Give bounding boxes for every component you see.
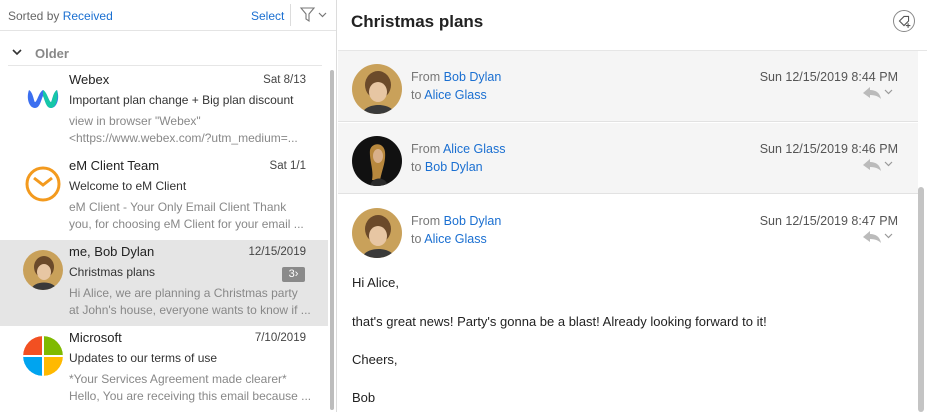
message-item[interactable]: Webex Sat 8/13 Important plan change + B… [0, 68, 328, 154]
message-date: Sat 8/13 [263, 74, 306, 86]
message-preview: *Your Services Agreement made clearer* [69, 372, 287, 386]
thread-message[interactable]: From Bob Dylan to Alice Glass Sun 12/15/… [338, 51, 918, 122]
message-preview: Hello, You are receiving this email beca… [69, 389, 312, 403]
divider [8, 65, 322, 66]
sender-name[interactable]: Alice Glass [443, 142, 506, 156]
list-scrollbar-thumb[interactable] [330, 70, 334, 410]
to-line: to Bob Dylan [411, 160, 483, 174]
message-date: 12/15/2019 [248, 246, 306, 258]
from-word: From [411, 214, 441, 228]
alice-glass-avatar [352, 136, 402, 186]
message-list-pane: Sorted by Received Select Older Webex Sa… [0, 0, 337, 412]
reply-icon[interactable] [858, 157, 896, 171]
bob-dylan-avatar [352, 208, 402, 258]
message-sender: me, Bob Dylan [69, 244, 155, 259]
bob-dylan-avatar [23, 250, 63, 290]
to-word: to [411, 160, 422, 174]
message-date: Sun 12/15/2019 8:44 PM [759, 70, 898, 84]
recipient-name[interactable]: Alice Glass [424, 88, 487, 102]
message-preview: at John's house, everyone wants to know … [69, 303, 311, 317]
sort-bar: Sorted by Received Select [0, 0, 336, 31]
message-sender: Microsoft [69, 330, 122, 345]
from-word: From [411, 70, 441, 84]
recipient-name[interactable]: Alice Glass [424, 232, 487, 246]
thread-message[interactable]: From Alice Glass to Bob Dylan Sun 12/15/… [338, 123, 918, 194]
message-date: Sun 12/15/2019 8:46 PM [759, 142, 898, 156]
sender-name[interactable]: Bob Dylan [444, 214, 502, 228]
webex-logo-icon [23, 78, 63, 118]
sorted-by-prefix: Sorted by [8, 9, 60, 23]
tag-icon[interactable] [893, 10, 915, 32]
message-preview: Hi Alice, we are planning a Christmas pa… [69, 286, 298, 300]
sort-label[interactable]: Sorted by Received [8, 9, 113, 23]
to-word: to [411, 88, 422, 102]
message-subject: Updates to our terms of use [69, 351, 218, 365]
message-preview: <https://www.webex.com/?utm_medium=... [69, 131, 298, 145]
chevron-right-icon: › [294, 268, 299, 280]
body-text: that's great news! Party's gonna be a bl… [352, 314, 767, 329]
message-preview: you, for choosing eM Client for your ema… [69, 217, 304, 231]
reply-icon[interactable] [858, 229, 896, 243]
message-item[interactable]: Microsoft 7/10/2019 Updates to our terms… [0, 326, 328, 412]
from-line: From Alice Glass [411, 142, 506, 156]
sort-field-link[interactable]: Received [63, 9, 113, 23]
select-button[interactable]: Select [251, 9, 284, 23]
reading-pane-scrollbar[interactable] [918, 187, 924, 412]
sender-name[interactable]: Bob Dylan [444, 70, 502, 84]
group-label: Older [35, 46, 69, 61]
message-item[interactable]: eM Client Team Sat 1/1 Welcome to eM Cli… [0, 154, 328, 240]
from-word: From [411, 142, 441, 156]
body-signature: Bob [352, 390, 376, 405]
microsoft-logo-icon [23, 336, 63, 376]
body-greeting: Hi Alice, [352, 275, 399, 290]
from-line: From Bob Dylan [411, 214, 501, 228]
message-date: 7/10/2019 [254, 332, 306, 344]
body-closing: Cheers, [352, 352, 398, 367]
divider [290, 4, 291, 26]
recipient-name[interactable]: Bob Dylan [425, 160, 483, 174]
chevron-down-icon[interactable] [11, 46, 23, 58]
to-word: to [411, 232, 422, 246]
filter-icon[interactable] [299, 7, 329, 23]
from-line: From Bob Dylan [411, 70, 501, 84]
thread-message-expanded: From Bob Dylan to Alice Glass Sun 12/15/… [338, 195, 918, 412]
to-line: to Alice Glass [411, 88, 487, 102]
message-date: Sun 12/15/2019 8:47 PM [759, 214, 898, 228]
conversation-title: Christmas plans [351, 12, 484, 31]
message-subject: Welcome to eM Client [69, 179, 187, 193]
message-subject: Important plan change + Big plan discoun… [69, 93, 294, 107]
message-preview: eM Client - Your Only Email Client Thank [69, 200, 287, 214]
message-preview: view in browser "Webex" [69, 114, 201, 128]
to-line: to Alice Glass [411, 232, 487, 246]
reply-icon[interactable] [858, 85, 896, 99]
message-item-selected[interactable]: me, Bob Dylan 12/15/2019 Christmas plans… [0, 240, 328, 326]
message-sender: eM Client Team [69, 158, 160, 173]
em-client-logo-icon [23, 164, 63, 204]
reading-pane: Christmas plans From Bob Dylan to Alice … [338, 0, 927, 412]
thread-count-badge[interactable]: 3› [282, 267, 305, 282]
group-header-older[interactable]: Older [0, 43, 336, 66]
message-sender: Webex [69, 72, 110, 87]
message-subject: Christmas plans [69, 265, 156, 279]
message-date: Sat 1/1 [269, 160, 306, 172]
bob-dylan-avatar [352, 64, 402, 114]
